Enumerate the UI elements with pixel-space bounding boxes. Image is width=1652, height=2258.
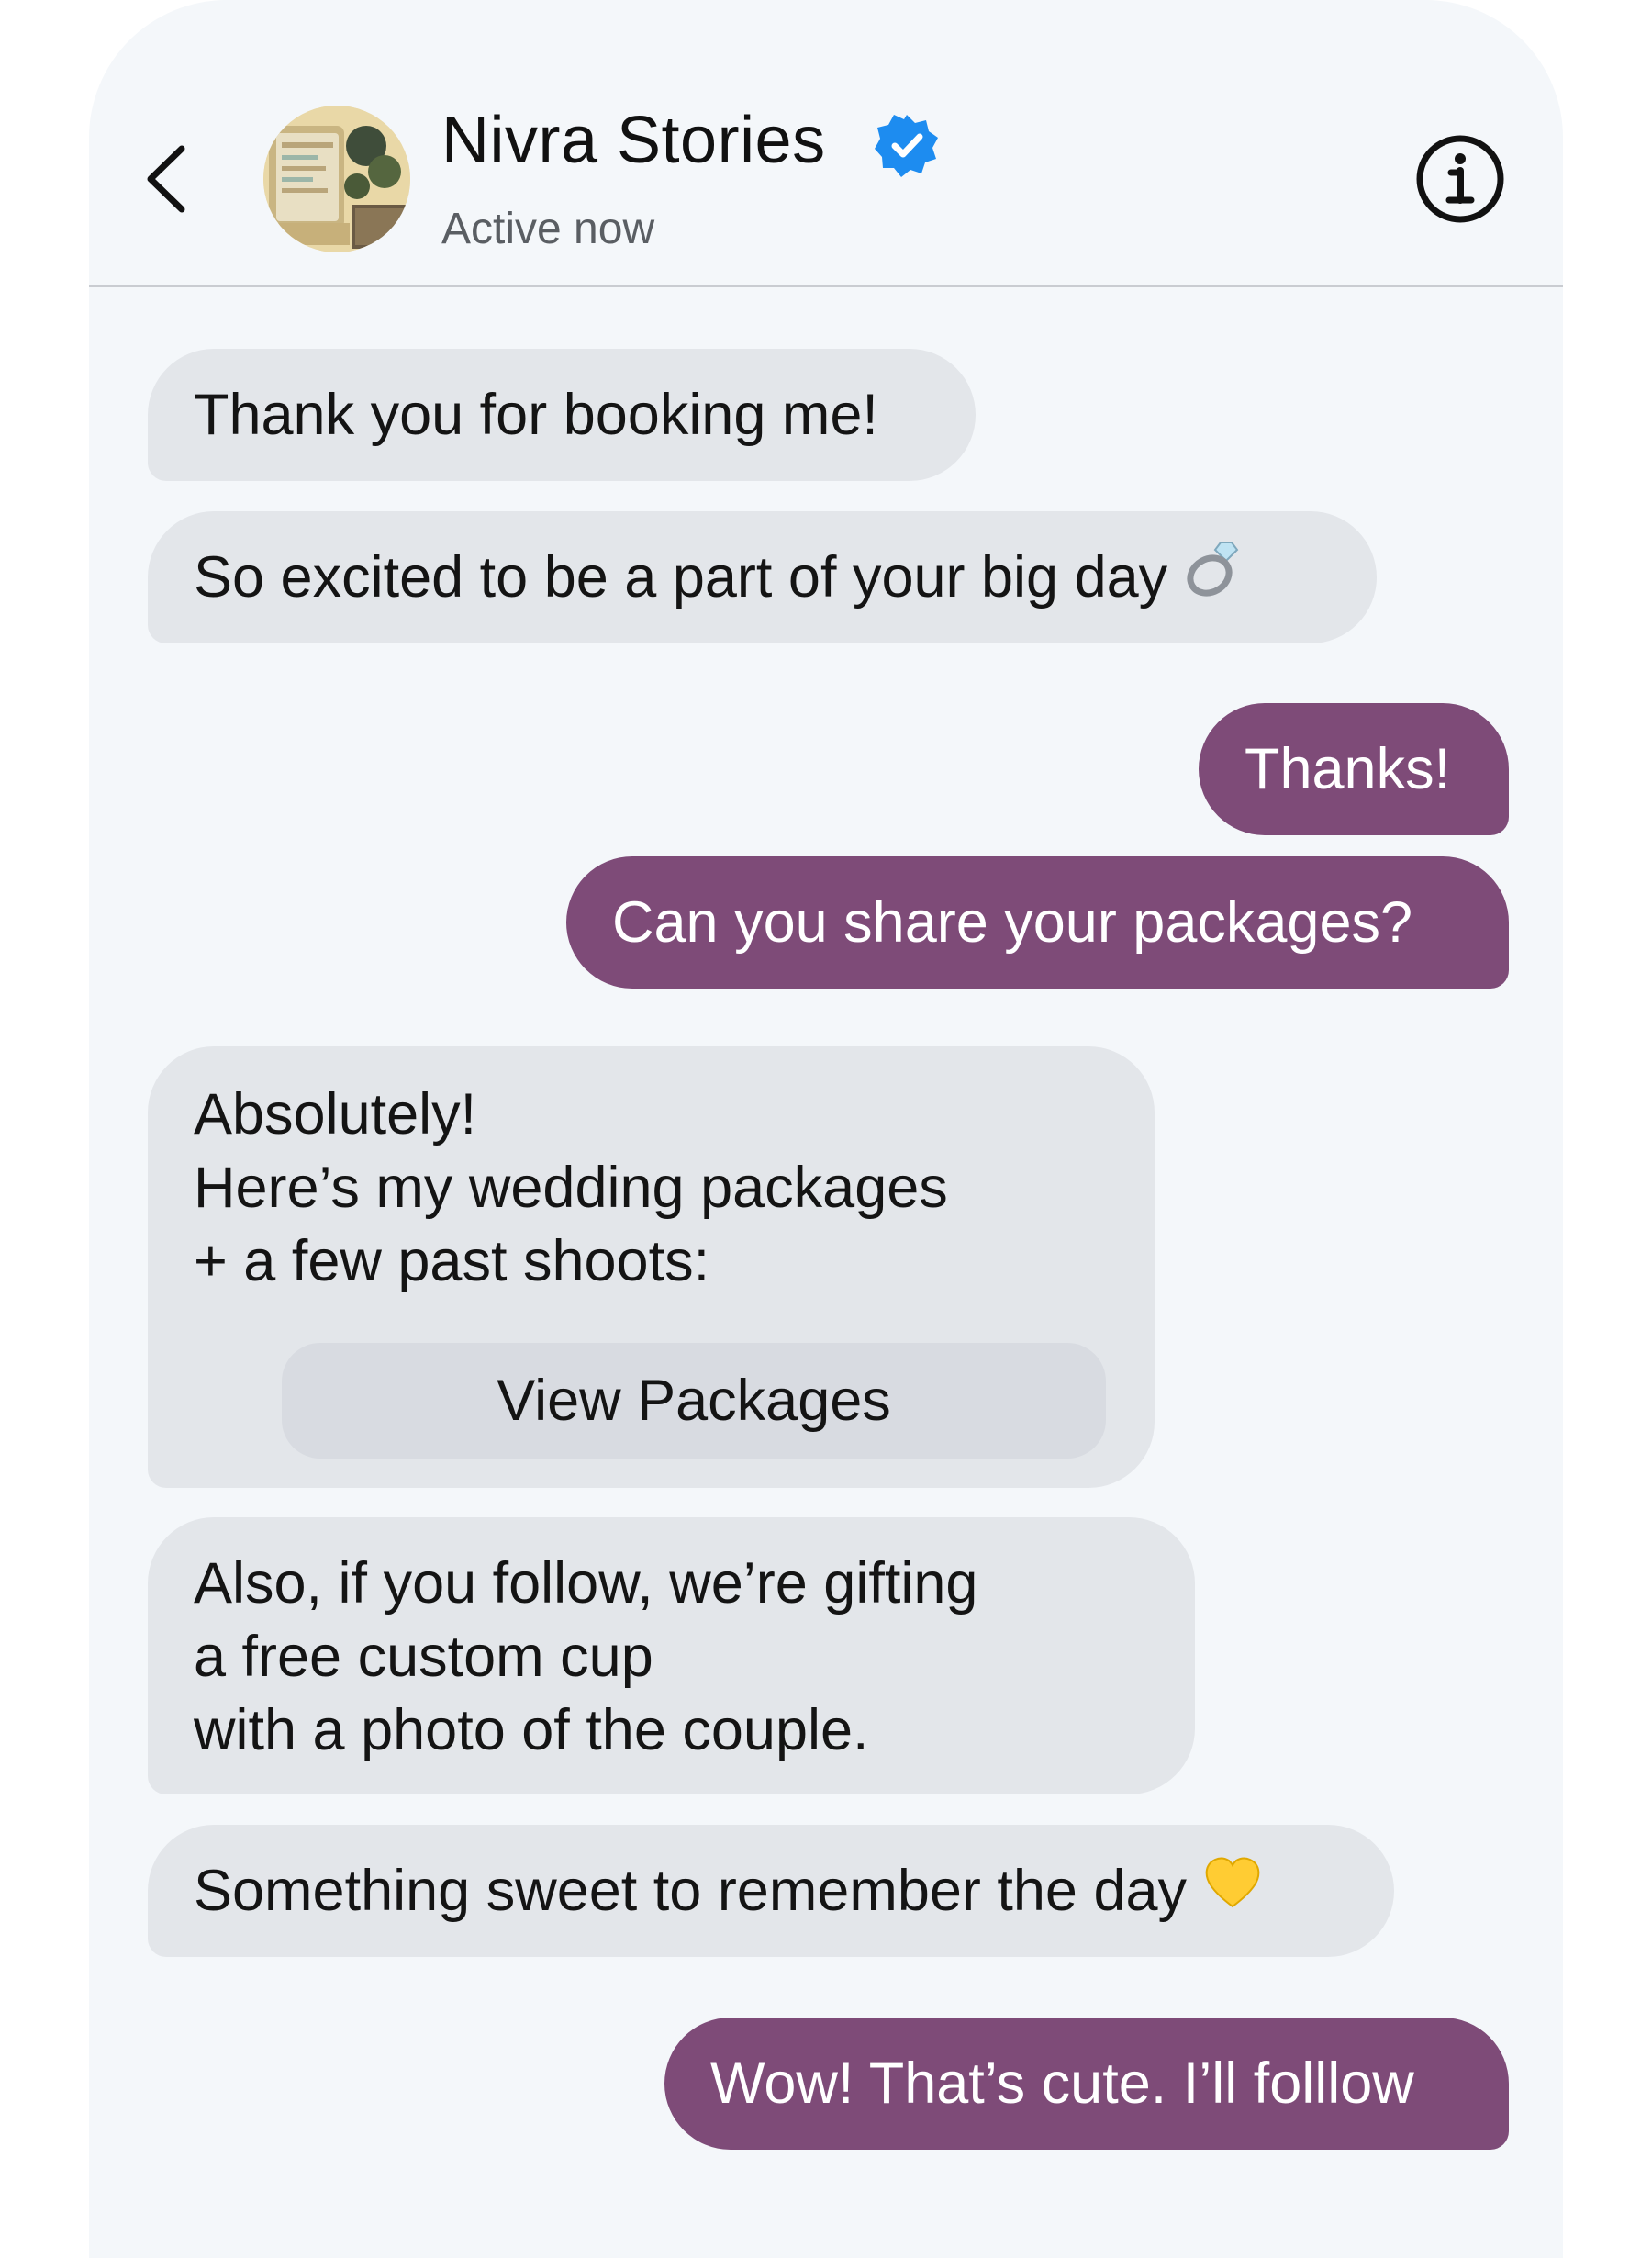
verified-badge-icon [875, 115, 938, 177]
status-text: Active now [441, 205, 655, 253]
contact-name: Nivra Stories [441, 104, 826, 177]
message-text-line: + a few past shoots: [194, 1229, 710, 1293]
message-text-line: with a photo of the couple. [194, 1698, 869, 1762]
message-outgoing[interactable]: Wow! That’s cute. I’ll folllow [664, 2018, 1509, 2150]
message-outgoing[interactable]: Thanks! [1199, 703, 1509, 835]
view-packages-label: View Packages [497, 1369, 891, 1433]
chat-screen: Nivra Stories Active now Thank you for b… [89, 0, 1563, 2258]
message-outgoing[interactable]: Can you share your packages? [566, 856, 1509, 989]
message-text-line: a free custom cup [194, 1625, 653, 1689]
message-text: Thanks! [1245, 737, 1451, 801]
message-text: Wow! That’s cute. I’ll folllow [710, 2051, 1414, 2116]
message-text: Can you share your packages? [612, 890, 1413, 955]
chevron-left-icon [147, 145, 185, 213]
back-button[interactable] [140, 138, 195, 220]
chat-header: Nivra Stories Active now [89, 0, 1563, 287]
message-text: Something sweet to remember the day [194, 1859, 1188, 1923]
view-packages-button[interactable]: View Packages [282, 1343, 1106, 1459]
message-text: Thank you for booking me! [194, 383, 878, 447]
yellow-heart-icon [1203, 1854, 1262, 1928]
message-incoming[interactable]: Thank you for booking me! [148, 349, 976, 481]
avatar-image [263, 106, 410, 252]
message-text-line: Also, if you follow, we’re gifting [194, 1551, 978, 1615]
message-text-line: Absolutely! [194, 1082, 477, 1146]
message-text-line: Here’s my wedding packages [194, 1156, 948, 1220]
message-text: So excited to be a part of your big day [194, 545, 1168, 609]
info-button[interactable] [1415, 134, 1505, 224]
message-incoming[interactable]: Also, if you follow, we’re gifting a fre… [148, 1517, 1195, 1794]
avatar[interactable] [263, 106, 410, 252]
message-incoming[interactable]: Something sweet to remember the day [148, 1825, 1394, 1957]
info-icon [1416, 135, 1504, 223]
verified-badge [874, 112, 940, 178]
message-incoming[interactable]: So excited to be a part of your big day [148, 511, 1377, 643]
ring-icon [1184, 539, 1245, 617]
